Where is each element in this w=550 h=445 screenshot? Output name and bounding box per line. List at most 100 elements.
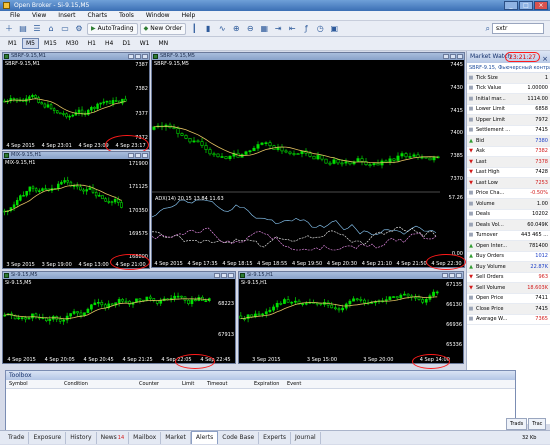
chart-window-sbrf-m5[interactable]: SBRF-9.15,M5 SBRF-9.15,M5 7445 7430 7415… (151, 52, 465, 268)
tab-exposure[interactable]: Exposure (29, 431, 67, 444)
chart-plot[interactable] (3, 159, 123, 262)
autotrading-button[interactable]: ▶ AutoTrading (87, 22, 138, 35)
market-watch-row[interactable]: ■ Deals Vol... 60.049K (467, 220, 550, 231)
tile-windows-icon[interactable]: ▦ (258, 23, 270, 35)
market-watch-row[interactable]: ■ Price Cha... -0.50% (467, 189, 550, 199)
market-watch-row[interactable]: ▲ Open Inter... 781400 (467, 241, 550, 252)
menu-help[interactable]: Help (176, 11, 202, 21)
market-watch-row[interactable]: ■ Tick Value 1.00000 (467, 84, 550, 94)
market-watch-row[interactable]: ■ Upper Limit 7972 (467, 115, 550, 126)
tab-experts[interactable]: Experts (259, 431, 291, 444)
market-watch-row[interactable]: ■ Turnover 443 465 ... (467, 231, 550, 241)
strategy-tester-icon[interactable]: ⚙ (73, 23, 85, 35)
chart-plot[interactable] (3, 279, 211, 357)
market-watch-row[interactable]: ▼ Last 7378 (467, 157, 550, 168)
close-button[interactable]: × (534, 1, 548, 10)
tf-m30[interactable]: M30 (62, 38, 83, 49)
chart-close-button[interactable] (456, 273, 462, 278)
market-watch-row[interactable]: ▼ Sell Orders 963 (467, 273, 550, 283)
column-header[interactable]: Timeout (204, 381, 251, 387)
chart-plot[interactable] (239, 279, 439, 357)
search-input[interactable]: sxtr (492, 23, 544, 34)
chart-minimize-button[interactable] (214, 273, 220, 278)
tf-h1[interactable]: H1 (84, 38, 100, 49)
market-watch-row[interactable]: ■ Deals 10202 (467, 210, 550, 220)
tf-m5[interactable]: M5 (22, 38, 39, 49)
line-chart-icon[interactable]: ∿ (216, 23, 228, 35)
bar-chart-icon[interactable]: ┃ (188, 23, 200, 35)
chart-plot[interactable] (3, 60, 127, 143)
zoom-out-icon[interactable]: ⊖ (244, 23, 256, 35)
maximize-button[interactable]: □ (519, 1, 533, 10)
market-watch-icon[interactable]: ☰ (31, 23, 43, 35)
periods-icon[interactable]: ◷ (314, 23, 326, 35)
market-watch-row[interactable]: ■ Volume 1.00 (467, 199, 550, 210)
market-watch-row[interactable]: ■ Settlement ... 7415 (467, 126, 550, 136)
chart-close-button[interactable] (457, 54, 463, 59)
candle-chart-icon[interactable]: ▮ (202, 23, 214, 35)
market-watch-row[interactable]: ▼ Last Low 7253 (467, 178, 550, 189)
tab-code-base[interactable]: Code Base (218, 431, 260, 444)
tab-market[interactable]: Market (161, 431, 191, 444)
market-watch-row[interactable]: ■ Initial mar... 1114.00 (467, 94, 550, 105)
chart-maximize-button[interactable] (450, 54, 456, 59)
tf-m1[interactable]: M1 (4, 38, 21, 49)
new-order-button[interactable]: ◆ New Order (139, 22, 187, 35)
column-header[interactable]: Symbol (6, 381, 61, 387)
market-watch-row[interactable]: ■ Lower Limit 6858 (467, 105, 550, 115)
tf-m15[interactable]: M15 (40, 38, 61, 49)
market-watch-symbol[interactable]: SBRF-9.15, Фьючерсный контракт (467, 63, 550, 73)
navigator-icon[interactable]: ⌂ (45, 23, 57, 35)
chart-minimize-button[interactable] (443, 54, 449, 59)
chart-maximize-button[interactable] (449, 273, 455, 278)
market-watch-row[interactable]: ▲ Buy Orders 1012 (467, 252, 550, 262)
market-watch-row[interactable]: ▼ Sell Volume 18.603K (467, 283, 550, 294)
column-header[interactable]: Counter (136, 381, 179, 387)
chart-close-button[interactable] (228, 273, 234, 278)
chart-minimize-button[interactable] (128, 153, 134, 158)
minimize-button[interactable]: _ (504, 1, 518, 10)
market-watch-row[interactable]: ▲ Bid 7380 (467, 136, 550, 147)
chart-shift-icon[interactable]: ⇤ (286, 23, 298, 35)
tab-news[interactable]: News14 (97, 431, 130, 444)
chart-window-mix-h1[interactable]: MIX-9.15,H1 MIX-9.15,H1 171900 171125 17… (2, 151, 150, 269)
tab-history[interactable]: History (66, 431, 97, 444)
profiles-icon[interactable]: ▤ (17, 23, 29, 35)
close-icon[interactable]: × (542, 53, 548, 65)
market-watch-row[interactable]: ▲ Buy Volume 22.87K (467, 262, 550, 273)
menu-insert[interactable]: Insert (52, 11, 81, 21)
column-header[interactable]: Limit (179, 381, 204, 387)
menu-charts[interactable]: Charts (82, 11, 114, 21)
market-watch-row[interactable]: ■ Average W... 7365 (467, 315, 550, 325)
tf-d1[interactable]: D1 (118, 38, 134, 49)
market-watch-row[interactable]: ▼ Ask 7382 (467, 147, 550, 157)
market-watch-row[interactable]: ■ Tick Size 1 (467, 73, 550, 84)
chart-plot[interactable] (152, 60, 440, 261)
chart-close-button[interactable] (142, 54, 148, 59)
side-tab[interactable]: Trac (528, 418, 547, 430)
tf-mn[interactable]: MN (155, 38, 173, 49)
chart-window-si-h1[interactable]: Si-9.15,H1 Si-9.15,H1 67135 66130 66936 … (238, 271, 464, 364)
templates-icon[interactable]: ▣ (328, 23, 340, 35)
chart-window-si-m5[interactable]: Si-9.15,M5 Si-9.15,M5 68223 67913 4 Sep … (2, 271, 236, 364)
menu-tools[interactable]: Tools (113, 11, 140, 21)
chart-maximize-button[interactable] (221, 273, 227, 278)
column-header[interactable]: Expiration (251, 381, 284, 387)
market-watch-row[interactable]: ▼ Last High 7428 (467, 168, 550, 178)
market-watch-row[interactable]: ■ Close Price 7415 (467, 304, 550, 315)
indicators-icon[interactable]: ƒ (300, 23, 312, 35)
tab-journal[interactable]: Journal (291, 431, 321, 444)
chart-minimize-button[interactable] (442, 273, 448, 278)
menu-file[interactable]: File (4, 11, 26, 21)
autoscroll-icon[interactable]: ⇥ (272, 23, 284, 35)
tab-trade[interactable]: Trade (4, 431, 30, 444)
new-chart-icon[interactable]: ＋ (3, 23, 15, 35)
tab-mailbox[interactable]: Mailbox (129, 431, 162, 444)
menu-window[interactable]: Window (140, 11, 176, 21)
chart-close-button[interactable] (142, 153, 148, 158)
market-watch-row[interactable]: ■ Open Price 7411 (467, 294, 550, 304)
terminal-icon[interactable]: ▭ (59, 23, 71, 35)
menu-view[interactable]: View (26, 11, 52, 21)
tf-h4[interactable]: H4 (101, 38, 117, 49)
tf-w1[interactable]: W1 (136, 38, 154, 49)
